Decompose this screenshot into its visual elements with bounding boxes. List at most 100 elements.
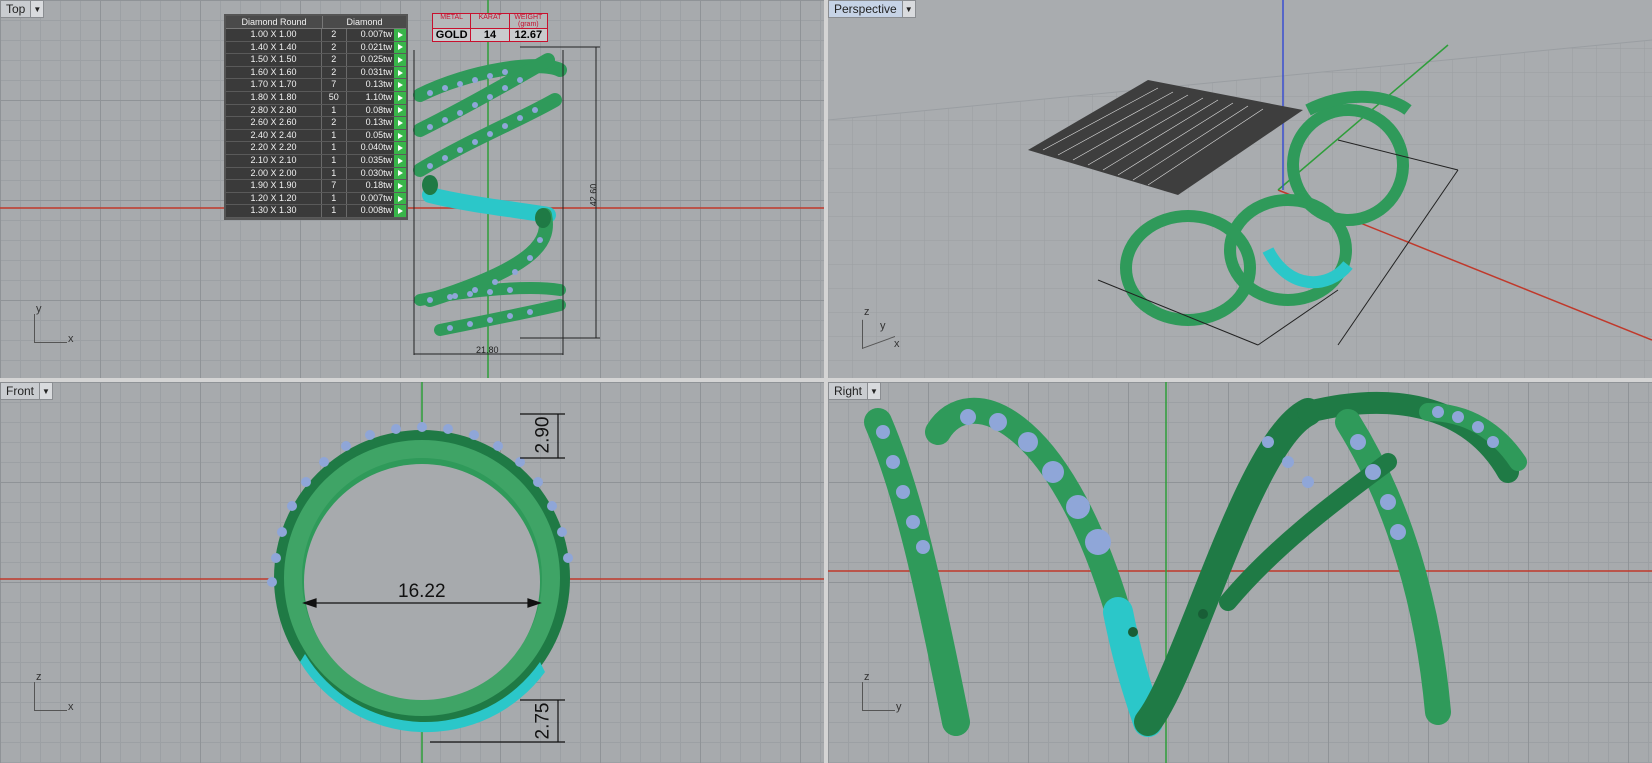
diamond-table-row: 2.20 X 2.20 1 0.040tw: [226, 142, 406, 155]
play-icon[interactable]: [394, 180, 406, 192]
diamond-qty: 1: [322, 104, 347, 117]
diamond-size: 1.30 X 1.30: [226, 205, 322, 217]
play-icon[interactable]: [394, 192, 406, 205]
chevron-down-icon[interactable]: ▼: [867, 383, 881, 399]
viewport-title-front[interactable]: Front ▼: [0, 382, 54, 400]
play-icon[interactable]: [394, 142, 406, 154]
diamond-table: Diamond Round Diamond 1.00 X 1.00 2 0.007t…: [224, 14, 408, 220]
weight-value: 12.67: [509, 28, 547, 41]
diamond-size: 2.10 X 2.10: [226, 154, 322, 167]
chevron-down-icon[interactable]: ▼: [30, 1, 44, 17]
diamond-table-row: 2.40 X 2.40 1 0.05tw: [226, 129, 406, 143]
ring-right-view: [864, 391, 1527, 737]
diamond-size: 1.70 X 1.70: [226, 79, 322, 91]
diamond-weight: 0.08tw: [365, 104, 393, 115]
front-scene: [0, 382, 824, 763]
play-icon[interactable]: [394, 41, 406, 54]
play-icon[interactable]: [394, 117, 406, 129]
diamond-table-row: 1.20 X 1.20 1 0.007tw: [226, 192, 406, 206]
viewport-label: Top: [6, 2, 26, 16]
karat-value: 14: [471, 28, 510, 41]
header-metal: METAL: [433, 14, 472, 28]
diamond-table-header: Diamond Round Diamond: [226, 16, 406, 29]
play-icon[interactable]: [394, 104, 406, 117]
play-icon[interactable]: [394, 91, 406, 104]
viewport-title-perspective[interactable]: Perspective ▼: [828, 0, 916, 18]
diamond-size: 2.40 X 2.40: [226, 129, 322, 142]
diamond-table-row: 1.40 X 1.40 2 0.021tw: [226, 41, 406, 55]
axis-label-z: z: [864, 306, 870, 318]
diamond-table-row: 2.00 X 2.00 1 0.030tw: [226, 167, 406, 181]
viewport-front[interactable]: 16.22 2.90 2.75 z x Front ▼: [0, 382, 824, 763]
diamond-table-row: 1.60 X 1.60 2 0.031tw: [226, 66, 406, 80]
play-icon[interactable]: [394, 154, 406, 167]
play-icon[interactable]: [394, 205, 406, 217]
dim-width-top: 21.80: [476, 345, 499, 355]
diamond-weight: 0.008tw: [360, 205, 393, 216]
diamond-weight: 1.10tw: [365, 91, 393, 102]
diamond-weight: 0.05tw: [365, 129, 393, 140]
perspective-scene: [828, 0, 1652, 378]
metal-value: GOLD: [433, 28, 472, 41]
diamond-qty: 1: [322, 205, 347, 217]
diamond-table-row: 1.80 X 1.80 50 1.10tw: [226, 91, 406, 105]
axis-label-y: y: [880, 320, 886, 332]
diamond-weight: 0.040tw: [360, 142, 393, 153]
chevron-down-icon[interactable]: ▼: [39, 383, 53, 399]
play-icon[interactable]: [394, 66, 406, 79]
axis-gizmo-right: [862, 682, 895, 711]
diamond-qty: 50: [322, 91, 347, 104]
play-icon[interactable]: [394, 167, 406, 180]
axis-label-y: y: [36, 303, 42, 315]
viewport-title-right[interactable]: Right ▼: [828, 382, 882, 400]
diamond-size: 2.00 X 2.00: [226, 167, 322, 180]
chevron-down-icon[interactable]: ▼: [901, 1, 915, 17]
diamond-weight: 0.035tw: [360, 154, 393, 165]
diamond-table-row: 2.80 X 2.80 1 0.08tw: [226, 104, 406, 118]
diamond-size: 1.20 X 1.20: [226, 192, 322, 205]
axis-gizmo-front: [34, 682, 67, 711]
diamond-size: 1.40 X 1.40: [226, 41, 322, 54]
diamond-qty: 1: [322, 154, 347, 167]
diamond-qty: 2: [322, 29, 347, 41]
diamond-qty: 1: [322, 167, 347, 180]
diamond-size: 2.20 X 2.20: [226, 142, 322, 154]
diamond-qty: 2: [322, 41, 347, 54]
axis-label-z: z: [36, 671, 42, 683]
axis-gizmo-top: [34, 314, 67, 343]
diamond-qty: 2: [322, 117, 347, 129]
diamond-size: 1.50 X 1.50: [226, 54, 322, 66]
diamond-qty: 7: [322, 180, 347, 192]
diamond-table-row: 1.50 X 1.50 2 0.025tw: [226, 54, 406, 67]
viewport-title-top[interactable]: Top ▼: [0, 0, 45, 18]
play-icon[interactable]: [394, 29, 406, 41]
diamond-weight: 0.13tw: [365, 79, 393, 90]
dim-inner-diameter: 16.22: [398, 581, 446, 602]
header-weight: WEIGHT (gram): [514, 14, 543, 28]
perspective-grid: [828, 40, 1652, 378]
diamond-qty: 1: [322, 192, 347, 205]
dim-height-top: 42.60: [588, 183, 599, 207]
viewport-right[interactable]: z y Right ▼: [828, 382, 1652, 763]
right-scene: [828, 382, 1652, 763]
diamond-size: 1.00 X 1.00: [226, 29, 322, 41]
diamond-qty: 2: [322, 54, 347, 66]
play-icon[interactable]: [394, 79, 406, 91]
diamond-table-row: 2.10 X 2.10 1 0.035tw: [226, 154, 406, 168]
viewport-perspective[interactable]: z y x Perspective ▼: [828, 0, 1652, 378]
top-scene: [0, 0, 824, 378]
dim-bottom-thickness: 2.75: [532, 702, 554, 740]
header-diamond: Diamond: [346, 17, 383, 27]
diamond-size: 1.90 X 1.90: [226, 180, 322, 192]
diamond-table-row: 1.30 X 1.30 1 0.008tw: [226, 205, 406, 218]
play-icon[interactable]: [394, 54, 406, 66]
diamond-qty: 1: [322, 142, 347, 154]
diamond-table-row: 2.60 X 2.60 2 0.13tw: [226, 117, 406, 130]
play-icon[interactable]: [394, 129, 406, 142]
axis-label-x: x: [894, 338, 900, 350]
diamond-weight: 0.031tw: [360, 66, 393, 77]
viewport-top[interactable]: 21.80 42.60 Diamond Round Diamond 1.00 X…: [0, 0, 824, 378]
diamond-weight: 0.007tw: [360, 29, 393, 39]
axis-label-x: x: [68, 701, 74, 713]
diamond-table-row: 1.70 X 1.70 7 0.13tw: [226, 79, 406, 92]
